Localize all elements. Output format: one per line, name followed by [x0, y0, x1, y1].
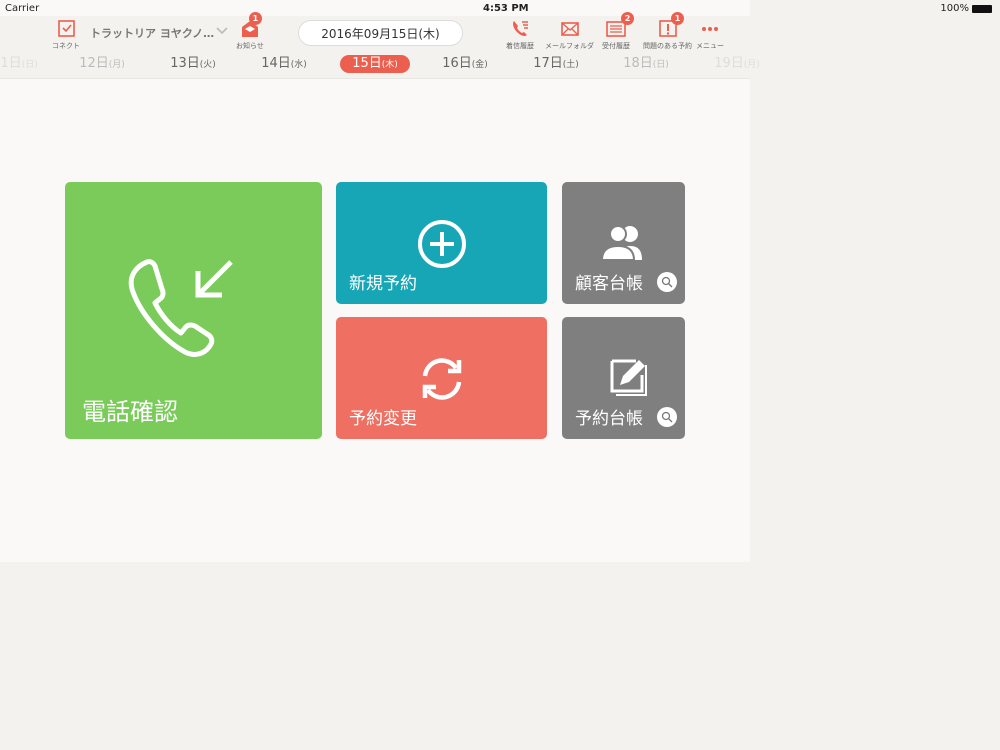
customer-search-button[interactable] [657, 272, 677, 292]
header: コネクト トラットリア ヨヤクノ… 1 お知らせ 2016年09月15日(木) … [0, 12, 750, 52]
menu-button[interactable]: メニュー [696, 18, 724, 51]
date-item[interactable]: 18日(日) [611, 55, 681, 73]
edit-icon [610, 359, 647, 396]
checkbox-icon [58, 20, 75, 37]
battery: 100% [940, 3, 992, 14]
connect-label: コネクト [52, 42, 80, 50]
new-booking-tile[interactable]: 新規予約 [336, 182, 547, 304]
problem-bookings-label: 問題のある予約 [643, 42, 692, 50]
battery-percent: 100% [940, 3, 969, 14]
booking-list-label: 予約台帳 [575, 409, 643, 429]
call-check-tile[interactable]: 電話確認 [65, 182, 322, 439]
date-item[interactable]: 13日(火) [158, 55, 228, 73]
call-history-label: 着信履歴 [506, 42, 534, 50]
carrier: Carrier [5, 3, 40, 14]
search-icon [661, 276, 673, 288]
customer-list-tile[interactable]: 顧客台帳 [562, 182, 685, 304]
date-item[interactable]: 16日(金) [430, 55, 500, 73]
change-booking-tile[interactable]: 予約変更 [336, 317, 547, 439]
refresh-icon [422, 358, 462, 400]
menu-label: メニュー [696, 42, 724, 50]
notice-label: お知らせ [236, 42, 264, 50]
customer-list-label: 顧客台帳 [575, 274, 643, 294]
problem-bookings-button[interactable]: 1 問題のある予約 [643, 12, 692, 51]
clock: 4:53 PM [483, 3, 529, 14]
battery-icon [972, 4, 992, 13]
incoming-call-icon [128, 259, 233, 357]
new-booking-label: 新規予約 [349, 274, 417, 294]
date-picker[interactable]: 2016年09月15日(木) [298, 20, 463, 46]
date-item[interactable]: 11日(日) [0, 55, 50, 73]
chevron-down-icon[interactable] [215, 26, 229, 36]
mail-folder-button[interactable]: メールフォルダ [545, 18, 594, 51]
reception-history-label: 受付履歴 [602, 42, 630, 50]
users-icon [600, 225, 642, 261]
change-booking-label: 予約変更 [349, 409, 417, 429]
notice-button[interactable]: 1 お知らせ [236, 12, 264, 51]
phone-list-icon [513, 21, 528, 36]
booking-search-button[interactable] [657, 407, 677, 427]
date-item[interactable]: 12日(月) [67, 55, 137, 73]
status-bar: Carrier 4:53 PM 100% [0, 0, 1000, 16]
mail-folder-label: メールフォルダ [545, 42, 594, 50]
date-item-selected[interactable]: 15日(木) [340, 55, 410, 73]
search-icon [661, 411, 673, 423]
call-history-button[interactable]: 着信履歴 [506, 18, 534, 51]
store-selector[interactable]: トラットリア ヨヤクノ… [90, 25, 214, 41]
call-check-label: 電話確認 [82, 398, 178, 426]
booking-list-tile[interactable]: 予約台帳 [562, 317, 685, 439]
plus-circle-icon [418, 220, 466, 268]
date-item[interactable]: 19日(月) [702, 55, 772, 73]
reception-history-button[interactable]: 2 受付履歴 [602, 12, 634, 51]
date-item[interactable]: 17日(土) [521, 55, 591, 73]
date-item[interactable]: 14日(水) [249, 55, 319, 73]
more-icon [702, 27, 718, 31]
date-strip: 11日(日) 12日(月) 13日(火) 14日(水) 15日(木) 16日(金… [0, 52, 760, 79]
connect-button[interactable]: コネクト [52, 18, 80, 51]
app-pane: コネクト トラットリア ヨヤクノ… 1 お知らせ 2016年09月15日(木) … [0, 0, 760, 562]
mail-icon [560, 22, 579, 36]
